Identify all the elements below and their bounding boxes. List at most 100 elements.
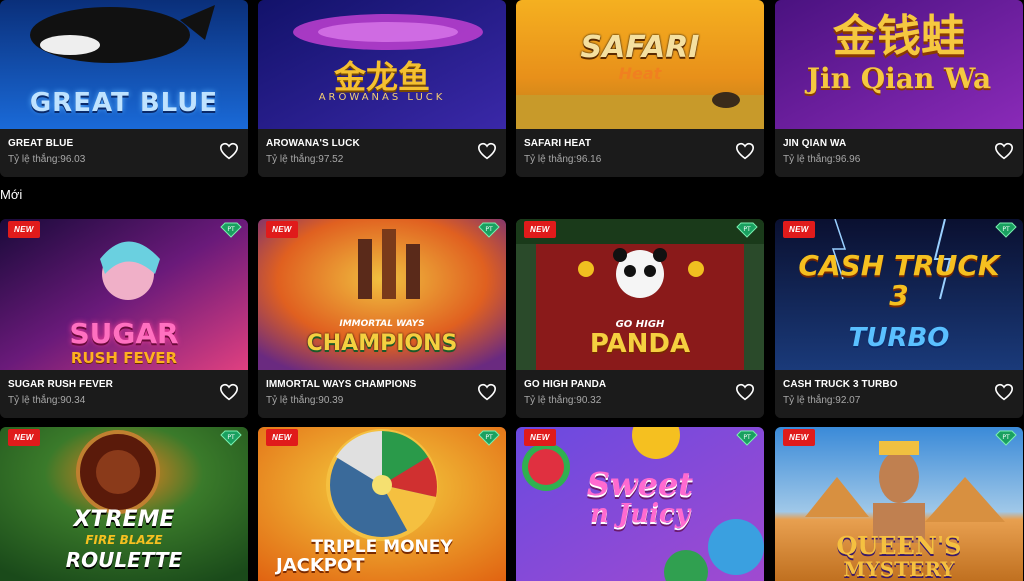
new-badge: NEW bbox=[266, 429, 298, 446]
game-art-title: GREAT BLUE bbox=[29, 88, 219, 118]
game-info: JIN QIAN WA Tỷ lệ thắng:96.96 bbox=[775, 129, 1023, 177]
game-thumbnail[interactable]: GREAT BLUE bbox=[0, 0, 248, 129]
game-card-great-blue[interactable]: GREAT BLUE GREAT BLUE Tỷ lệ thắng:96.03 bbox=[0, 0, 248, 177]
game-card-sweet-n-juicy[interactable]: Sweet n Juicy NEW PT bbox=[516, 427, 764, 581]
game-art-subtitle: FIRE BLAZE bbox=[85, 533, 163, 547]
pt-diamond-icon: PT bbox=[478, 222, 500, 238]
game-art-subtitle: n Juicy bbox=[590, 499, 690, 529]
heart-icon[interactable] bbox=[477, 142, 497, 160]
win-rate: Tỷ lệ thắng:96.16 bbox=[524, 154, 602, 165]
new-badge: NEW bbox=[266, 221, 298, 238]
heart-icon[interactable] bbox=[735, 383, 755, 401]
heart-icon[interactable] bbox=[219, 383, 239, 401]
game-art-subtitle: JACKPOT bbox=[276, 555, 365, 576]
game-name[interactable]: AROWANA'S LUCK bbox=[266, 138, 360, 149]
game-art-subtitle: IMMORTAL WAYS bbox=[339, 319, 425, 329]
game-card-jin-qian-wa[interactable]: 金钱蛙 Jin Qian Wa JIN QIAN WA Tỷ lệ thắng:… bbox=[775, 0, 1023, 177]
game-info: GO HIGH PANDA Tỷ lệ thắng:90.32 bbox=[516, 370, 764, 418]
game-art-title: CASH TRUCK 3 bbox=[798, 249, 1000, 312]
game-art-subtitle-2: ROULETTE bbox=[65, 548, 183, 572]
game-name[interactable]: CASH TRUCK 3 TURBO bbox=[783, 379, 898, 390]
game-name[interactable]: JIN QIAN WA bbox=[783, 138, 846, 149]
win-rate: Tỷ lệ thắng:90.34 bbox=[8, 395, 86, 406]
game-info: AROWANA'S LUCK Tỷ lệ thắng:97.52 bbox=[258, 129, 506, 177]
heart-icon[interactable] bbox=[477, 383, 497, 401]
new-badge: NEW bbox=[783, 429, 815, 446]
svg-text:PT: PT bbox=[227, 226, 235, 233]
game-art-title: CHAMPIONS bbox=[306, 331, 458, 356]
heart-icon[interactable] bbox=[994, 383, 1014, 401]
game-info: CASH TRUCK 3 TURBO Tỷ lệ thắng:92.07 bbox=[775, 370, 1023, 418]
game-card-arowanas-luck[interactable]: 金龙鱼 AROWANAS LUCK AROWANA'S LUCK Tỷ lệ t… bbox=[258, 0, 506, 177]
game-art-subtitle: TURBO bbox=[848, 323, 950, 353]
game-art-subtitle: AROWANAS LUCK bbox=[318, 92, 446, 103]
game-art-subtitle: Jin Qian Wa bbox=[806, 62, 992, 95]
game-thumbnail[interactable]: SAFARI Heat bbox=[516, 0, 764, 129]
new-badge: NEW bbox=[783, 221, 815, 238]
game-info: SUGAR RUSH FEVER Tỷ lệ thắng:90.34 bbox=[0, 370, 248, 418]
game-card-queens-mystery[interactable]: QUEEN'S MYSTERY NEW PT bbox=[775, 427, 1023, 581]
pt-diamond-icon: PT bbox=[220, 430, 242, 446]
game-card-xtreme-fire-blaze-roulette[interactable]: XTREME FIRE BLAZE ROULETTE NEW PT bbox=[0, 427, 248, 581]
game-card-triple-money-jackpot[interactable]: TRIPLE MONEY JACKPOT NEW PT bbox=[258, 427, 506, 581]
game-art-title: 金钱蛙 bbox=[833, 11, 965, 62]
game-info: GREAT BLUE Tỷ lệ thắng:96.03 bbox=[0, 129, 248, 177]
game-art-subtitle: MYSTERY bbox=[843, 557, 955, 581]
win-rate: Tỷ lệ thắng:96.03 bbox=[8, 154, 86, 165]
win-rate: Tỷ lệ thắng:97.52 bbox=[266, 154, 344, 165]
game-card-cash-truck-3-turbo[interactable]: CASH TRUCK 3 TURBO NEW PT CASH TRUCK 3 T… bbox=[775, 219, 1023, 418]
svg-text:PT: PT bbox=[227, 434, 235, 441]
game-name[interactable]: SUGAR RUSH FEVER bbox=[8, 379, 113, 390]
pt-diamond-icon: PT bbox=[220, 222, 242, 238]
heart-icon[interactable] bbox=[735, 142, 755, 160]
game-thumbnail[interactable]: QUEEN'S MYSTERY NEW PT bbox=[775, 427, 1023, 581]
game-thumbnail[interactable]: TRIPLE MONEY JACKPOT NEW PT bbox=[258, 427, 506, 581]
game-art-subtitle: RUSH FEVER bbox=[70, 349, 178, 367]
svg-text:PT: PT bbox=[485, 226, 493, 233]
win-rate: Tỷ lệ thắng:90.39 bbox=[266, 395, 344, 406]
heart-icon[interactable] bbox=[994, 142, 1014, 160]
game-thumbnail[interactable]: 金钱蛙 Jin Qian Wa bbox=[775, 0, 1023, 129]
new-badge: NEW bbox=[8, 221, 40, 238]
game-card-go-high-panda[interactable]: GO HIGH PANDA NEW PT GO HIGH PANDA Tỷ lệ… bbox=[516, 219, 764, 418]
pt-diamond-icon: PT bbox=[995, 430, 1017, 446]
win-rate: Tỷ lệ thắng:92.07 bbox=[783, 395, 861, 406]
game-thumbnail[interactable]: CASH TRUCK 3 TURBO NEW PT bbox=[775, 219, 1023, 370]
heart-icon[interactable] bbox=[219, 142, 239, 160]
game-thumbnail[interactable]: SUGAR RUSH FEVER NEW PT bbox=[0, 219, 248, 370]
pt-diamond-icon: PT bbox=[995, 222, 1017, 238]
game-thumbnail[interactable]: GO HIGH PANDA NEW PT bbox=[516, 219, 764, 370]
pt-diamond-icon: PT bbox=[736, 222, 758, 238]
new-badge: NEW bbox=[524, 429, 556, 446]
game-art-title: TRIPLE MONEY bbox=[311, 537, 453, 557]
game-thumbnail[interactable]: Sweet n Juicy NEW PT bbox=[516, 427, 764, 581]
game-thumbnail[interactable]: IMMORTAL WAYS CHAMPIONS NEW PT bbox=[258, 219, 506, 370]
section-title-new: Mới bbox=[0, 187, 23, 202]
game-thumbnail[interactable]: 金龙鱼 AROWANAS LUCK bbox=[258, 0, 506, 129]
game-info: IMMORTAL WAYS CHAMPIONS Tỷ lệ thắng:90.3… bbox=[258, 370, 506, 418]
svg-text:PT: PT bbox=[485, 434, 493, 441]
svg-text:PT: PT bbox=[743, 434, 751, 441]
game-name[interactable]: GO HIGH PANDA bbox=[524, 379, 606, 390]
new-badge: NEW bbox=[524, 221, 556, 238]
win-rate: Tỷ lệ thắng:96.96 bbox=[783, 154, 861, 165]
win-rate: Tỷ lệ thắng:90.32 bbox=[524, 395, 602, 406]
game-art-title: Sweet bbox=[586, 465, 694, 503]
game-name[interactable]: SAFARI HEAT bbox=[524, 138, 591, 149]
pt-diamond-icon: PT bbox=[478, 430, 500, 446]
pt-diamond-icon: PT bbox=[736, 430, 758, 446]
game-art-title: XTREME bbox=[73, 507, 175, 532]
game-art-title: SAFARI bbox=[580, 30, 700, 65]
game-name[interactable]: GREAT BLUE bbox=[8, 138, 73, 149]
game-art-subtitle: Heat bbox=[618, 64, 662, 83]
game-art-title: PANDA bbox=[589, 329, 691, 359]
new-badge: NEW bbox=[8, 429, 40, 446]
game-info: SAFARI HEAT Tỷ lệ thắng:96.16 bbox=[516, 129, 764, 177]
game-card-immortal-ways-champions[interactable]: IMMORTAL WAYS CHAMPIONS NEW PT IMMORTAL … bbox=[258, 219, 506, 418]
svg-text:PT: PT bbox=[743, 226, 751, 233]
game-card-safari-heat[interactable]: SAFARI Heat SAFARI HEAT Tỷ lệ thắng:96.1… bbox=[516, 0, 764, 177]
game-name[interactable]: IMMORTAL WAYS CHAMPIONS bbox=[266, 379, 416, 390]
game-art-title: QUEEN'S bbox=[836, 531, 962, 560]
game-card-sugar-rush-fever[interactable]: SUGAR RUSH FEVER NEW PT SUGAR RUSH FEVER… bbox=[0, 219, 248, 418]
game-thumbnail[interactable]: XTREME FIRE BLAZE ROULETTE NEW PT bbox=[0, 427, 248, 581]
